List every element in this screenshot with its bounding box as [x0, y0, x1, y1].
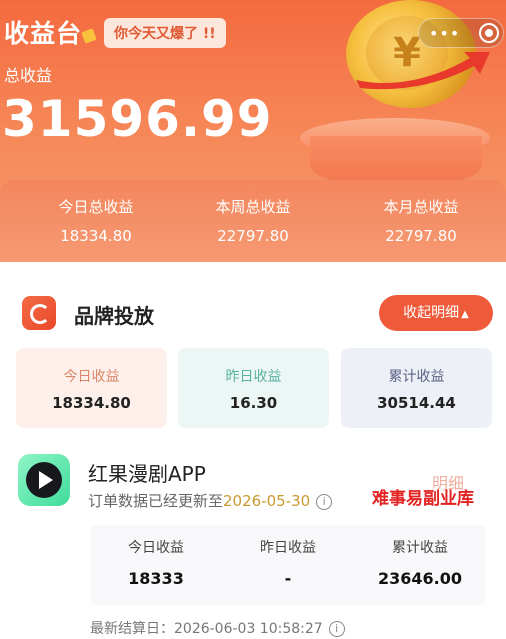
summary-value: 30514.44	[377, 394, 456, 412]
page-title: 收益台	[4, 14, 97, 50]
app-stat-value: -	[284, 569, 292, 588]
app-stat-value: 23646.00	[377, 569, 462, 588]
play-icon	[39, 471, 53, 489]
more-icon[interactable]: •••	[429, 24, 460, 43]
update-note: 订单数据已经更新至2026-05-30 i	[88, 490, 333, 511]
pedestal-base-illustration	[310, 136, 482, 182]
settlement-time: 最新结算日：2026-06-03 10:58:27 i	[90, 618, 345, 638]
earnings-header: 收益台 你今天又爆了 !! 总收益 31596.99 ¥ ••• 今日总收益 1…	[0, 0, 506, 262]
total-earnings-label: 总收益	[4, 66, 53, 85]
info-icon[interactable]: i	[316, 493, 333, 510]
settle-label: 最新结算日：	[90, 621, 174, 637]
update-prefix: 订单数据已经更新至	[88, 492, 224, 510]
summary-value: 18334.80	[52, 394, 131, 412]
slogan-badge: 你今天又爆了 !!	[104, 18, 226, 48]
app-stat-label: 累计收益	[392, 540, 448, 556]
stat-label: 今日总收益	[58, 198, 134, 216]
stat-today: 今日总收益 18334.80	[12, 196, 180, 245]
total-earnings-value: 31596.99	[2, 90, 273, 148]
stat-month: 本月总收益 22797.80	[337, 196, 505, 245]
app-stat-value: 18333	[128, 569, 184, 588]
brand-icon	[22, 296, 56, 330]
pen-icon	[81, 28, 97, 44]
stat-value: 22797.80	[217, 227, 289, 245]
collapse-details-button[interactable]: 收起明细 ▲	[379, 295, 493, 331]
brand-card: 品牌投放 收起明细 ▲ 今日收益 18334.80 昨日收益 16.30 累计收益…	[0, 262, 506, 639]
app-stats: 今日收益 18333 昨日收益 - 累计收益 23646.00	[90, 525, 486, 605]
app-stat-yesterday: 昨日收益 -	[222, 537, 354, 588]
stat-week: 本周总收益 22797.80	[169, 196, 337, 245]
growth-arrow-icon	[356, 52, 490, 90]
close-icon[interactable]	[479, 23, 499, 43]
stat-value: 22797.80	[385, 227, 457, 245]
app-stat-label: 昨日收益	[260, 540, 316, 556]
summary-today: 今日收益 18334.80	[16, 348, 167, 428]
summary-value: 16.30	[229, 394, 278, 412]
app-stat-label: 今日收益	[128, 540, 184, 556]
app-stat-today: 今日收益 18333	[90, 537, 222, 588]
app-stat-total: 累计收益 23646.00	[354, 537, 486, 588]
watermark: 难事易副业库	[372, 489, 474, 509]
summary-label: 今日收益	[63, 369, 120, 385]
collapse-label: 收起明细	[403, 305, 460, 321]
settle-time-value: 2026-06-03 10:58:27	[174, 621, 323, 637]
brand-title: 品牌投放	[74, 304, 154, 328]
triangle-up-icon: ▲	[461, 309, 469, 320]
info-icon[interactable]: i	[328, 621, 345, 637]
app-logo	[18, 454, 70, 506]
stat-label: 本月总收益	[383, 198, 459, 216]
period-stats: 今日总收益 18334.80 本周总收益 22797.80 本月总收益 2279…	[0, 180, 506, 262]
summary-label: 累计收益	[388, 369, 445, 385]
stat-label: 本周总收益	[215, 198, 291, 216]
app-name: 红果漫剧APP	[88, 462, 206, 486]
update-date: 2026-05-30	[223, 492, 311, 510]
summary-total: 累计收益 30514.44	[341, 348, 492, 428]
summary-label: 昨日收益	[225, 369, 282, 385]
stat-value: 18334.80	[60, 227, 132, 245]
summary-yesterday: 昨日收益 16.30	[178, 348, 329, 428]
mini-program-capsule: •••	[418, 18, 504, 48]
